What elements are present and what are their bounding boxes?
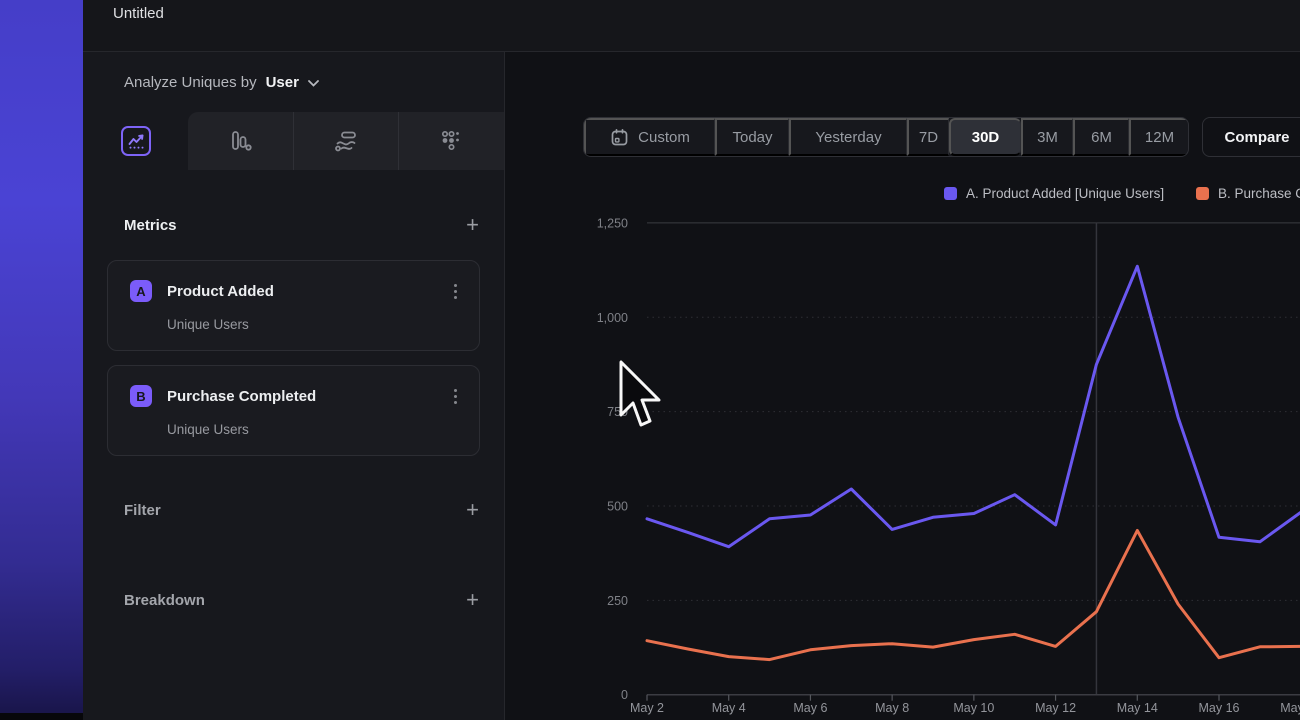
analyze-by-label: Analyze Uniques by [124, 74, 257, 91]
chevron-down-icon [308, 80, 319, 87]
legend-swatch-a [944, 187, 957, 200]
date-range-group: Custom Today Yesterday 7D 30D 3M 6M 12M [583, 117, 1189, 157]
kebab-menu-icon[interactable] [450, 282, 461, 301]
breakdown-header: Breakdown + [124, 590, 479, 610]
filter-header: Filter + [124, 500, 479, 520]
y-axis-tick-label: 250 [607, 594, 628, 608]
range-today[interactable]: Today [715, 118, 789, 156]
top-bar: Untitled [83, 0, 1300, 52]
bar-chart-icon [227, 128, 253, 154]
kebab-menu-icon[interactable] [450, 387, 461, 406]
range-6m[interactable]: 6M [1073, 118, 1129, 156]
metric-measure[interactable]: Unique Users [167, 422, 249, 437]
legend-label-b: B. Purchase Completed [Unique Users] [1218, 186, 1300, 201]
flow-chart-icon [333, 128, 359, 154]
x-axis-tick-label: May 18 [1280, 701, 1300, 715]
breakdown-title: Breakdown [124, 592, 205, 609]
range-7d[interactable]: 7D [907, 118, 949, 156]
legend-item-b[interactable]: B. Purchase Completed [Unique Users] [1196, 186, 1300, 200]
metric-name: Product Added [167, 283, 450, 300]
metrics-title: Metrics [124, 217, 177, 234]
tab-line-chart[interactable] [83, 112, 188, 170]
chart-panel: 0 250 500 750 1,000 1,250 May 2 May 4 May 6 May 8… [505, 52, 1300, 720]
x-axis-tick-label: May 14 [1117, 701, 1158, 715]
grid-dots-icon [438, 128, 464, 154]
calendar-icon [610, 128, 629, 147]
compare-button[interactable]: Compare [1202, 117, 1300, 157]
series-line-a [647, 266, 1300, 546]
y-axis-tick-label: 1,000 [597, 311, 628, 325]
legend-item-a[interactable]: A. Product Added [Unique Users] [944, 186, 1164, 200]
background-gradient-strip [0, 0, 83, 720]
metric-measure[interactable]: Unique Users [167, 317, 249, 332]
analyze-by-selector[interactable]: Analyze Uniques by User [83, 52, 504, 112]
x-axis-tick-label: May 2 [630, 701, 664, 715]
series-line-b [647, 531, 1300, 660]
metric-card-a[interactable]: A Product Added Unique Users [107, 260, 480, 351]
y-axis-tick-label: 500 [607, 499, 628, 513]
query-sidebar: Analyze Uniques by User [83, 52, 505, 720]
chart-type-tabs [83, 112, 504, 170]
window-bottom-edge [0, 713, 83, 720]
tab-flow-chart[interactable] [294, 112, 399, 170]
x-axis-tick-label: May 10 [953, 701, 994, 715]
screen: Untitled Analyze Uniques by User [0, 0, 1300, 720]
range-12m[interactable]: 12M [1129, 118, 1188, 156]
y-axis-tick-label: 0 [621, 688, 628, 702]
x-axis-tick-label: May 8 [875, 701, 909, 715]
tab-grid-matrix[interactable] [399, 112, 504, 170]
x-axis-tick-label: May 6 [793, 701, 827, 715]
range-30d[interactable]: 30D [949, 118, 1021, 156]
y-axis-tick-label: 1,250 [597, 216, 628, 230]
metric-badge-b: B [130, 385, 152, 407]
range-3m[interactable]: 3M [1021, 118, 1073, 156]
add-breakdown-button[interactable]: + [466, 590, 479, 610]
tab-bar-chart[interactable] [188, 112, 293, 170]
line-chart-icon [121, 126, 151, 156]
y-axis-tick-label: 750 [607, 405, 628, 419]
metric-badge-a: A [130, 280, 152, 302]
metric-card-b[interactable]: B Purchase Completed Unique Users [107, 365, 480, 456]
range-yesterday[interactable]: Yesterday [789, 118, 907, 156]
range-custom[interactable]: Custom [584, 118, 715, 156]
metrics-header: Metrics + [124, 215, 479, 235]
x-axis-tick-label: May 16 [1198, 701, 1239, 715]
metric-name: Purchase Completed [167, 388, 450, 405]
add-metric-button[interactable]: + [466, 215, 479, 235]
app-window: Untitled Analyze Uniques by User [83, 0, 1300, 720]
legend-swatch-b [1196, 187, 1209, 200]
x-axis-tick-label: May 4 [712, 701, 746, 715]
legend-label-a: A. Product Added [Unique Users] [966, 186, 1164, 201]
analyze-by-value[interactable]: User [266, 74, 299, 91]
x-axis-tick-label: May 12 [1035, 701, 1076, 715]
report-title[interactable]: Untitled [113, 0, 164, 28]
add-filter-button[interactable]: + [466, 500, 479, 520]
filter-title: Filter [124, 502, 161, 519]
